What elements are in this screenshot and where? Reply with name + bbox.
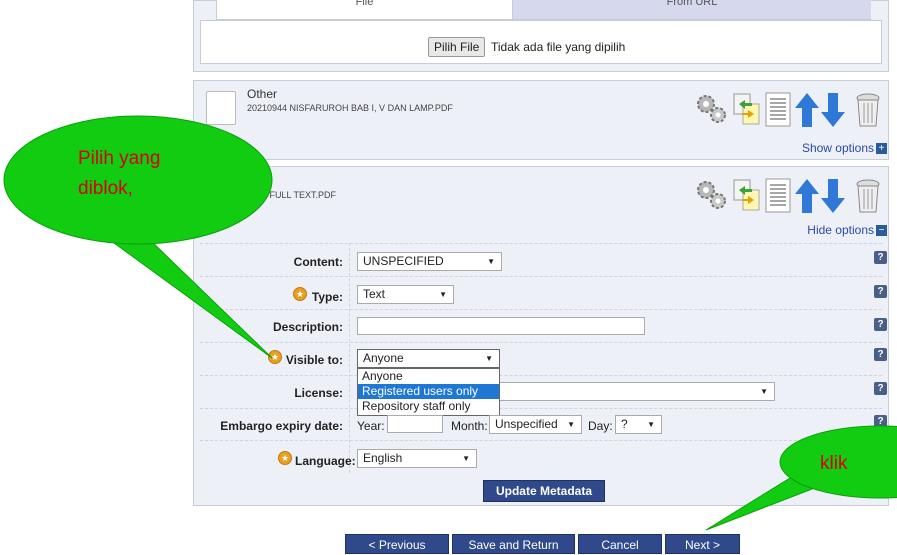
annotation-line-1: Pilih yang xyxy=(78,148,161,169)
callout-pointer xyxy=(108,239,273,359)
annotation-line-2: diblok, xyxy=(78,178,133,199)
annotation-overlay xyxy=(3,115,897,531)
annotation-text-2: klik xyxy=(820,453,848,474)
annotation-text-1: Pilih yang diblok, xyxy=(78,144,160,204)
